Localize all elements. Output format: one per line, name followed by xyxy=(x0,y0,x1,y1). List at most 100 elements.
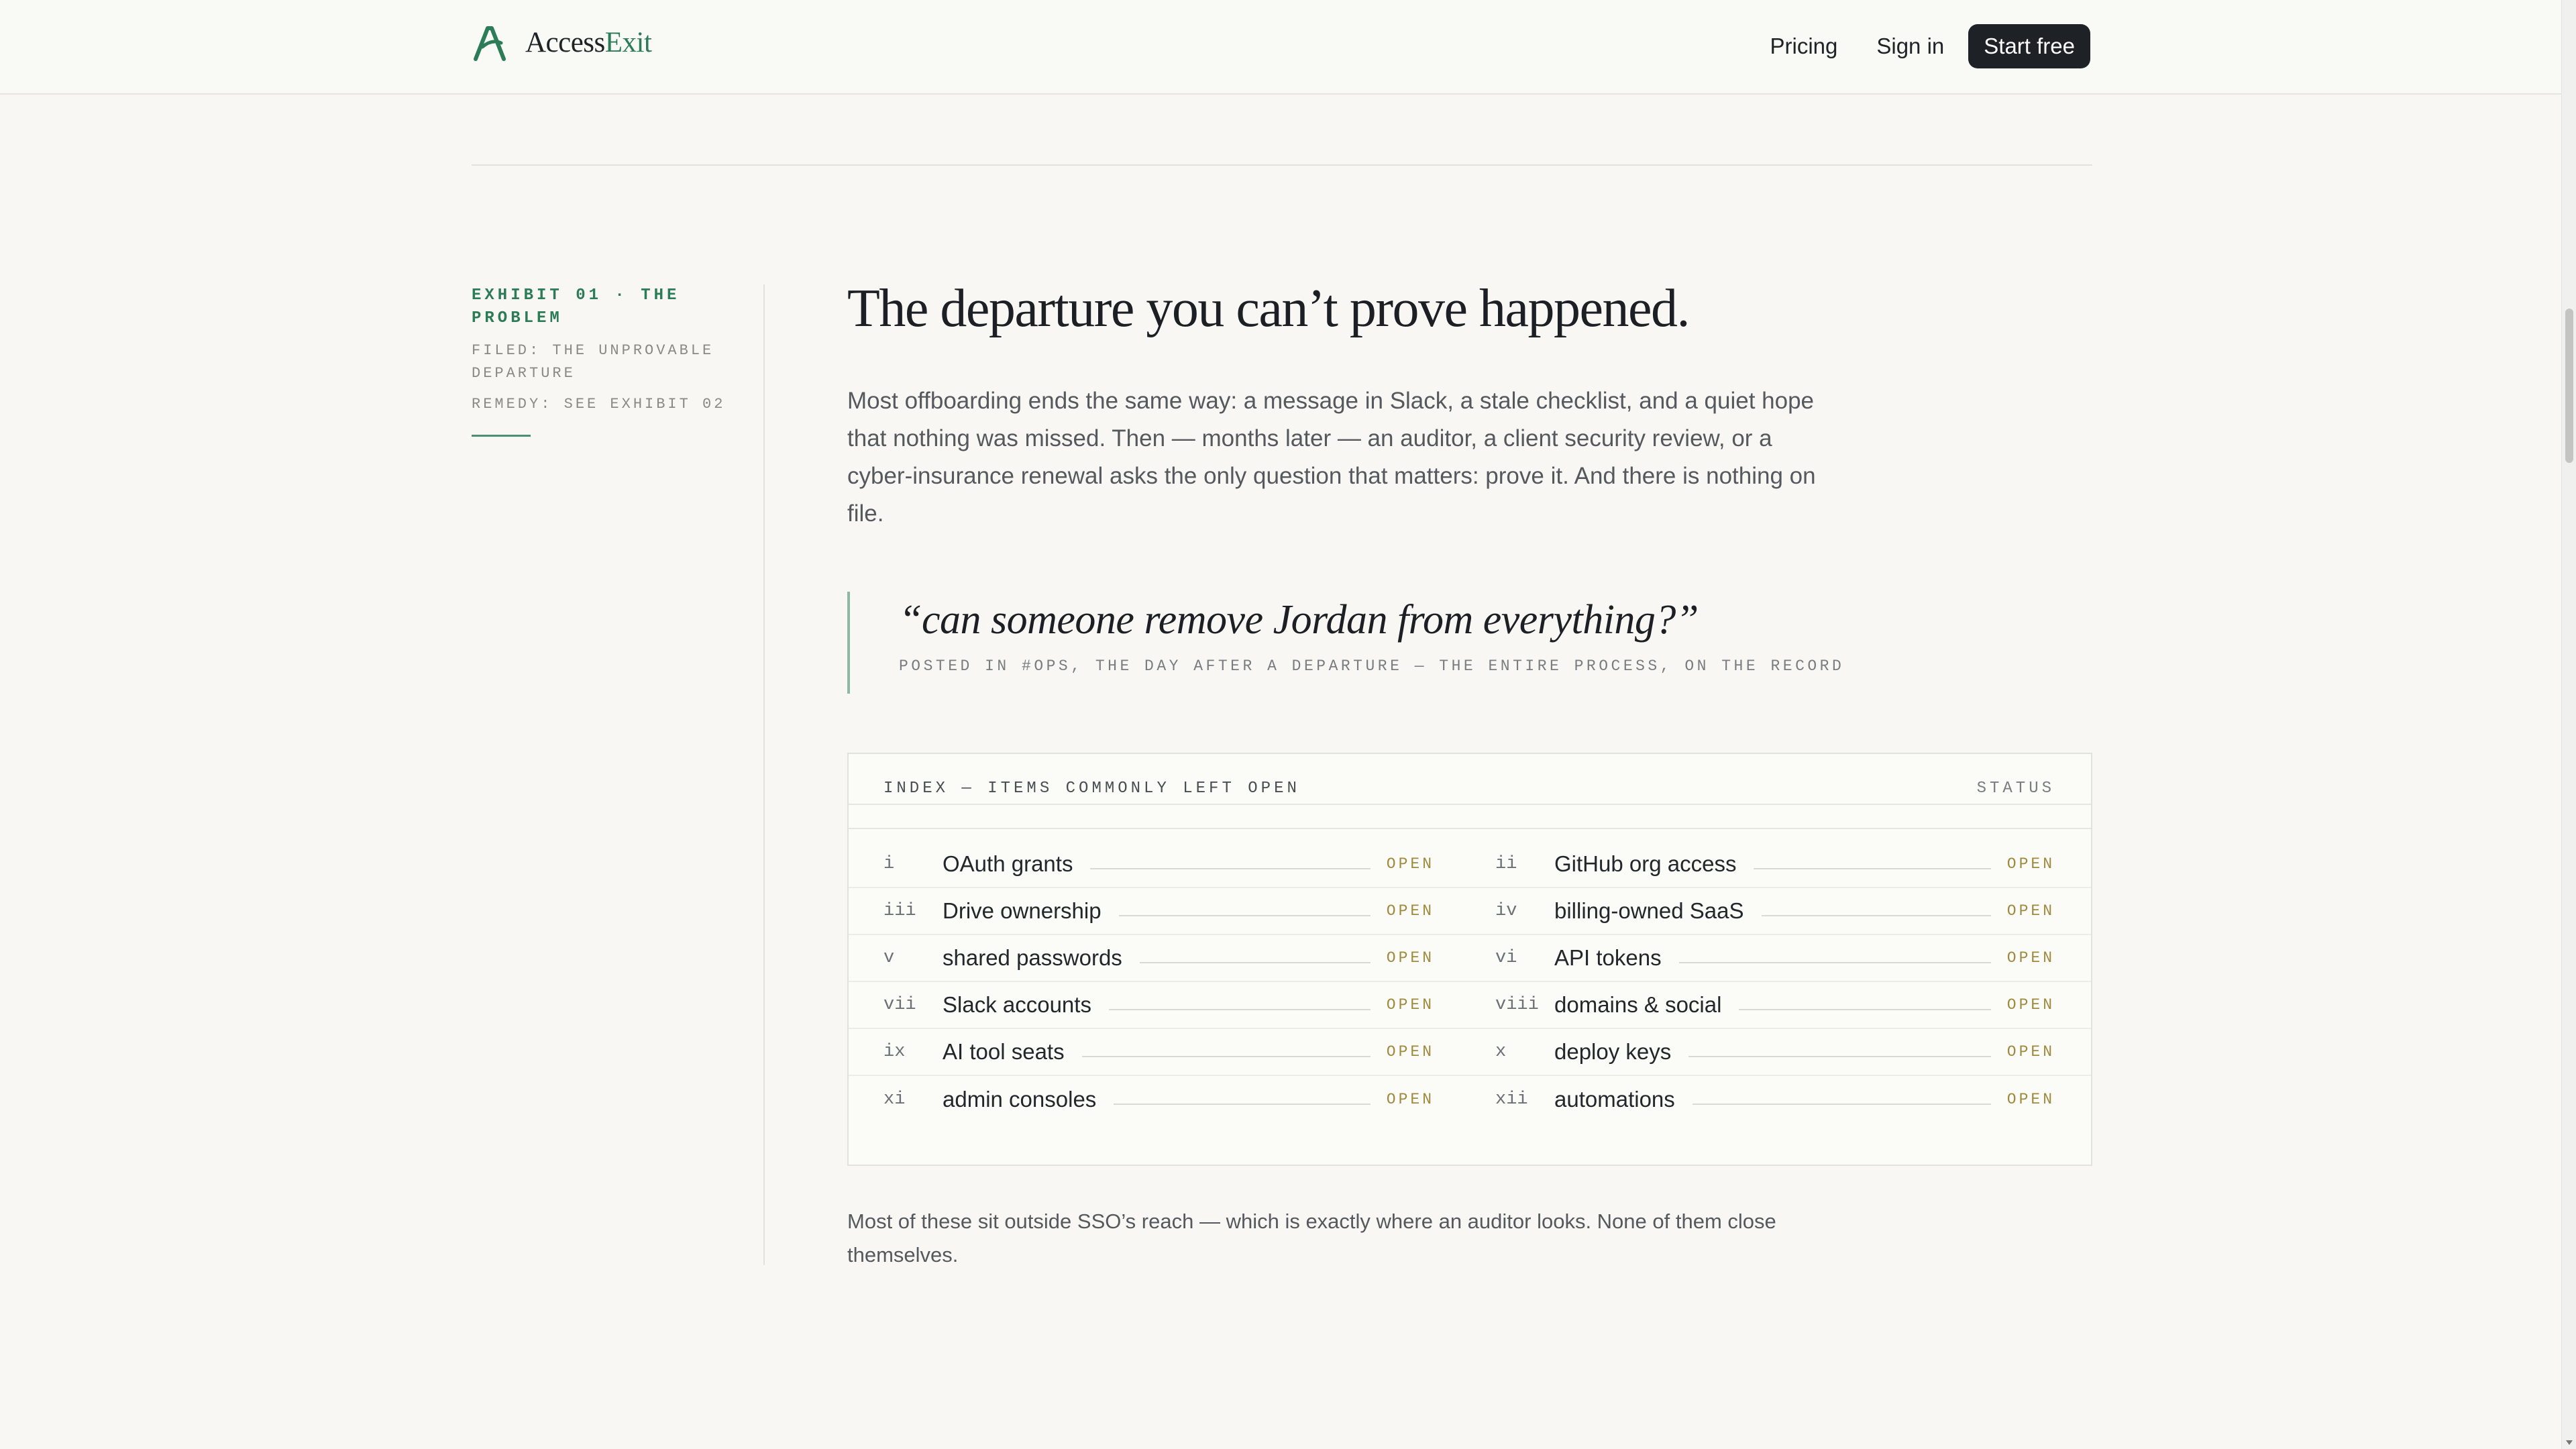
page: AccessExit Pricing Sign in Start free EX… xyxy=(0,0,2576,1449)
item-number: xii xyxy=(1495,1089,1528,1110)
item-label: OAuth grants xyxy=(943,851,1073,876)
index-item: x deploy keys OPEN xyxy=(1470,1029,2091,1075)
index-status-header: STATUS xyxy=(1976,780,2055,798)
item-label: AI tool seats xyxy=(943,1039,1065,1064)
item-number: ii xyxy=(1495,854,1517,874)
open-items-index: INDEX — ITEMS COMMONLY LEFT OPEN STATUS … xyxy=(847,753,2092,1166)
item-number: viii xyxy=(1495,995,1539,1015)
index-footnote: Most of these sit outside SSO’s reach — … xyxy=(847,1210,1776,1267)
status-badge: OPEN xyxy=(1386,902,1434,920)
lede-paragraph: Most offboarding ends the same way: a me… xyxy=(847,388,1816,527)
exhibit-sidebar: EXHIBIT 01 · THE PROBLEM FILED: THE UNPR… xyxy=(472,284,740,437)
dotted-leader xyxy=(1739,1009,1991,1010)
brand-name: AccessExit xyxy=(525,26,652,58)
dotted-leader xyxy=(1761,915,1991,916)
item-label: Slack accounts xyxy=(943,992,1091,1017)
status-badge: OPEN xyxy=(1386,855,1434,873)
status-badge: OPEN xyxy=(1386,1091,1434,1108)
item-label: GitHub org access xyxy=(1554,851,1737,876)
status-badge: OPEN xyxy=(2006,1043,2055,1061)
status-badge: OPEN xyxy=(1386,1043,1434,1061)
index-item: iii Drive ownership OPEN xyxy=(849,888,1470,934)
dotted-leader xyxy=(1692,1104,1991,1105)
page-scrollbar[interactable] xyxy=(2561,0,2576,1449)
item-label: Drive ownership xyxy=(943,898,1102,923)
item-label: automations xyxy=(1554,1087,1675,1112)
index-title: INDEX — ITEMS COMMONLY LEFT OPEN xyxy=(883,780,1300,798)
index-item: vi API tokens OPEN xyxy=(1470,935,2091,981)
item-number: vi xyxy=(1495,948,1517,968)
index-item: i OAuth grants OPEN xyxy=(849,841,1470,887)
exhibit-accent-rule xyxy=(472,435,531,437)
pull-quote: “can someone remove Jordan from everythi… xyxy=(847,592,2092,694)
sidebar-divider xyxy=(763,284,765,1265)
item-number: iii xyxy=(883,901,916,921)
index-item: ix AI tool seats OPEN xyxy=(849,1029,1470,1075)
dotted-leader xyxy=(1108,1009,1371,1010)
item-number: iv xyxy=(1495,901,1517,921)
item-number: v xyxy=(883,948,895,968)
item-label: deploy keys xyxy=(1554,1039,1672,1064)
accessexit-logo-icon xyxy=(474,26,506,61)
item-number: ix xyxy=(883,1042,906,1062)
index-row: i OAuth grants OPEN ii GitHub org access OPEN xyxy=(849,841,2091,888)
status-badge: OPEN xyxy=(1386,949,1434,967)
top-nav: Pricing Sign in Start free xyxy=(1770,24,2090,68)
brand-logo-link[interactable]: AccessExit xyxy=(472,23,652,62)
index-item: v shared passwords OPEN xyxy=(849,935,1470,981)
index-row: vii Slack accounts OPEN viii domains & socia… xyxy=(849,982,2091,1029)
item-label: domains & social xyxy=(1554,992,1722,1017)
dotted-leader xyxy=(1754,868,1991,869)
item-number: x xyxy=(1495,1042,1507,1062)
dotted-leader xyxy=(1081,1056,1371,1057)
dotted-leader xyxy=(1090,868,1371,869)
dotted-leader xyxy=(1139,962,1371,963)
item-number: vii xyxy=(883,995,916,1015)
dotted-leader xyxy=(1688,1056,1991,1057)
quote-text: “can someone remove Jordan from everythi… xyxy=(899,597,1699,643)
index-rows: i OAuth grants OPEN ii GitHub org access OPEN… xyxy=(849,829,2091,1123)
index-item: iv billing-owned SaaS OPEN xyxy=(1470,888,2091,934)
item-label: billing-owned SaaS xyxy=(1554,898,1744,923)
page-headline: The departure you can’t prove happened. xyxy=(847,279,1690,338)
brand-name-first: Access xyxy=(525,26,605,58)
dotted-leader xyxy=(1678,962,1991,963)
index-item: xii automations OPEN xyxy=(1470,1076,2091,1123)
status-badge: OPEN xyxy=(2006,1091,2055,1108)
exhibit-main: The departure you can’t prove happened. … xyxy=(847,275,2092,1272)
item-label: shared passwords xyxy=(943,945,1122,970)
site-header: AccessExit Pricing Sign in Start free xyxy=(0,0,2561,95)
index-item: vii Slack accounts OPEN xyxy=(849,982,1470,1028)
item-number: xi xyxy=(883,1089,906,1110)
status-badge: OPEN xyxy=(2006,855,2055,873)
status-badge: OPEN xyxy=(2006,996,2055,1014)
nav-pricing-link[interactable]: Pricing xyxy=(1770,34,1837,59)
item-label: API tokens xyxy=(1554,945,1662,970)
status-badge: OPEN xyxy=(2006,902,2055,920)
index-row: v shared passwords OPEN vi API tokens OPEN xyxy=(849,935,2091,982)
exhibit-label: EXHIBIT 01 · THE PROBLEM xyxy=(472,286,680,327)
scroll-down-arrow-icon[interactable] xyxy=(2566,1440,2573,1445)
nav-sign-in-link[interactable]: Sign in xyxy=(1876,34,1944,59)
scrollbar-thumb[interactable] xyxy=(2565,309,2573,463)
index-row: iii Drive ownership OPEN iv billing-owned Sa… xyxy=(849,888,2091,935)
item-number: i xyxy=(883,854,895,874)
dotted-leader xyxy=(1114,1104,1371,1105)
index-item: viii domains & social OPEN xyxy=(1470,982,2091,1028)
index-item: ii GitHub org access OPEN xyxy=(1470,841,2091,887)
status-badge: OPEN xyxy=(2006,949,2055,967)
exhibit-filed: FILED: THE UNPROVABLE DEPARTURE xyxy=(472,342,714,382)
index-header-band xyxy=(849,804,2091,829)
item-label: admin consoles xyxy=(943,1087,1097,1112)
section-divider xyxy=(472,164,2092,166)
start-free-button[interactable]: Start free xyxy=(1968,24,2090,68)
index-item: xi admin consoles OPEN xyxy=(849,1076,1470,1123)
index-row: ix AI tool seats OPEN x deploy keys OPEN xyxy=(849,1029,2091,1076)
index-row: xi admin consoles OPEN xii automations OPEN xyxy=(849,1076,2091,1123)
status-badge: OPEN xyxy=(1386,996,1434,1014)
dotted-leader xyxy=(1118,915,1371,916)
index-header: INDEX — ITEMS COMMONLY LEFT OPEN STATUS xyxy=(849,754,2091,802)
exhibit-remedy: REMEDY: SEE EXHIBIT 02 xyxy=(472,396,726,413)
brand-name-accent: Exit xyxy=(604,26,652,58)
quote-caption: POSTED IN #OPS, THE DAY AFTER A DEPARTUR… xyxy=(899,657,1845,675)
